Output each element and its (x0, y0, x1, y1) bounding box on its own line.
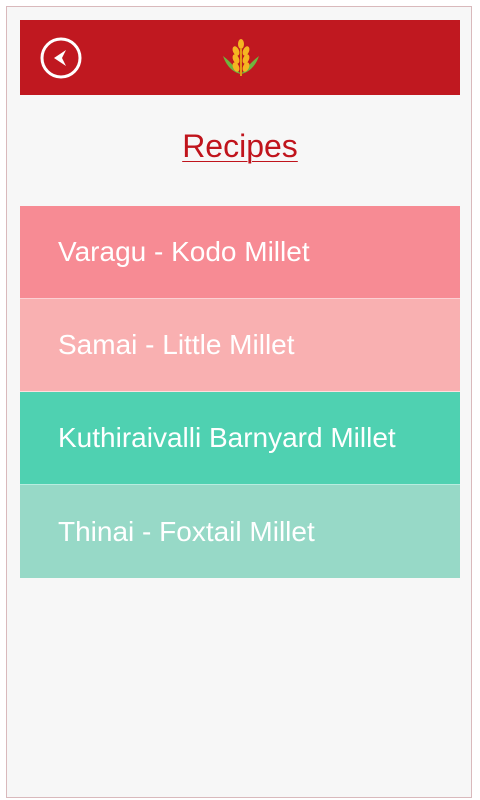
recipe-item-thinai[interactable]: Thinai - Foxtail Millet (20, 485, 460, 578)
back-arrow-icon (40, 37, 82, 79)
app-header (20, 20, 460, 95)
wheat-logo-icon (221, 38, 261, 78)
recipe-item-label: Samai - Little Millet (58, 329, 295, 360)
page-title-wrap: Recipes (20, 128, 460, 165)
recipe-item-label: Kuthiraivalli Barnyard Millet (58, 422, 396, 453)
recipe-item-label: Varagu - Kodo Millet (58, 236, 310, 267)
recipe-item-samai[interactable]: Samai - Little Millet (20, 299, 460, 392)
recipe-list: Varagu - Kodo Millet Samai - Little Mill… (20, 206, 460, 578)
page-title: Recipes (182, 128, 298, 164)
recipe-item-label: Thinai - Foxtail Millet (58, 515, 315, 547)
recipe-item-kuthiraivalli[interactable]: Kuthiraivalli Barnyard Millet (20, 392, 460, 485)
recipe-item-varagu[interactable]: Varagu - Kodo Millet (20, 206, 460, 299)
back-button[interactable] (40, 37, 82, 79)
